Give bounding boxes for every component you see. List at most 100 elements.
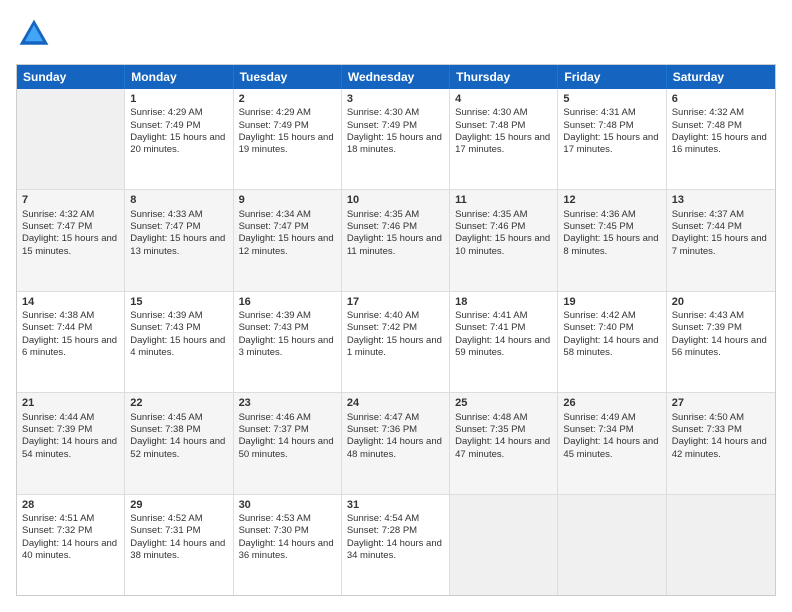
calendar-header: SundayMondayTuesdayWednesdayThursdayFrid… xyxy=(17,65,775,89)
daylight-text: Daylight: 15 hours and 20 minutes. xyxy=(130,132,227,157)
sunset-text: Sunset: 7:44 PM xyxy=(22,322,119,334)
day-cell-2: 2Sunrise: 4:29 AMSunset: 7:49 PMDaylight… xyxy=(234,89,342,189)
sunset-text: Sunset: 7:37 PM xyxy=(239,424,336,436)
sunset-text: Sunset: 7:43 PM xyxy=(130,322,227,334)
sunset-text: Sunset: 7:38 PM xyxy=(130,424,227,436)
day-cell-27: 27Sunrise: 4:50 AMSunset: 7:33 PMDayligh… xyxy=(667,393,775,493)
day-cell-16: 16Sunrise: 4:39 AMSunset: 7:43 PMDayligh… xyxy=(234,292,342,392)
page: SundayMondayTuesdayWednesdayThursdayFrid… xyxy=(0,0,792,612)
sunset-text: Sunset: 7:31 PM xyxy=(130,525,227,537)
sunset-text: Sunset: 7:43 PM xyxy=(239,322,336,334)
daylight-text: Daylight: 14 hours and 59 minutes. xyxy=(455,335,552,360)
sunrise-text: Sunrise: 4:43 AM xyxy=(672,310,770,322)
day-cell-19: 19Sunrise: 4:42 AMSunset: 7:40 PMDayligh… xyxy=(558,292,666,392)
daylight-text: Daylight: 15 hours and 4 minutes. xyxy=(130,335,227,360)
day-number: 13 xyxy=(672,193,770,207)
day-cell-17: 17Sunrise: 4:40 AMSunset: 7:42 PMDayligh… xyxy=(342,292,450,392)
sunrise-text: Sunrise: 4:41 AM xyxy=(455,310,552,322)
day-number: 2 xyxy=(239,92,336,106)
daylight-text: Daylight: 15 hours and 15 minutes. xyxy=(22,233,119,258)
sunrise-text: Sunrise: 4:53 AM xyxy=(239,513,336,525)
sunset-text: Sunset: 7:34 PM xyxy=(563,424,660,436)
calendar-week-4: 21Sunrise: 4:44 AMSunset: 7:39 PMDayligh… xyxy=(17,393,775,494)
day-number: 3 xyxy=(347,92,444,106)
sunset-text: Sunset: 7:36 PM xyxy=(347,424,444,436)
sunrise-text: Sunrise: 4:30 AM xyxy=(347,107,444,119)
day-number: 20 xyxy=(672,295,770,309)
day-number: 28 xyxy=(22,498,119,512)
sunrise-text: Sunrise: 4:29 AM xyxy=(130,107,227,119)
sunset-text: Sunset: 7:45 PM xyxy=(563,221,660,233)
sunrise-text: Sunrise: 4:35 AM xyxy=(347,209,444,221)
sunset-text: Sunset: 7:39 PM xyxy=(672,322,770,334)
daylight-text: Daylight: 15 hours and 17 minutes. xyxy=(455,132,552,157)
day-cell-20: 20Sunrise: 4:43 AMSunset: 7:39 PMDayligh… xyxy=(667,292,775,392)
day-number: 25 xyxy=(455,396,552,410)
sunset-text: Sunset: 7:46 PM xyxy=(455,221,552,233)
sunrise-text: Sunrise: 4:47 AM xyxy=(347,412,444,424)
day-number: 19 xyxy=(563,295,660,309)
daylight-text: Daylight: 15 hours and 3 minutes. xyxy=(239,335,336,360)
day-cell-1: 1Sunrise: 4:29 AMSunset: 7:49 PMDaylight… xyxy=(125,89,233,189)
day-number: 9 xyxy=(239,193,336,207)
sunrise-text: Sunrise: 4:39 AM xyxy=(130,310,227,322)
logo xyxy=(16,16,56,52)
daylight-text: Daylight: 14 hours and 40 minutes. xyxy=(22,538,119,563)
sunrise-text: Sunrise: 4:48 AM xyxy=(455,412,552,424)
day-number: 26 xyxy=(563,396,660,410)
sunrise-text: Sunrise: 4:34 AM xyxy=(239,209,336,221)
daylight-text: Daylight: 14 hours and 34 minutes. xyxy=(347,538,444,563)
sunset-text: Sunset: 7:35 PM xyxy=(455,424,552,436)
sunrise-text: Sunrise: 4:38 AM xyxy=(22,310,119,322)
header-day-monday: Monday xyxy=(125,65,233,89)
day-cell-30: 30Sunrise: 4:53 AMSunset: 7:30 PMDayligh… xyxy=(234,495,342,595)
logo-icon xyxy=(16,16,52,52)
day-number: 30 xyxy=(239,498,336,512)
daylight-text: Daylight: 15 hours and 1 minute. xyxy=(347,335,444,360)
day-cell-12: 12Sunrise: 4:36 AMSunset: 7:45 PMDayligh… xyxy=(558,190,666,290)
daylight-text: Daylight: 15 hours and 17 minutes. xyxy=(563,132,660,157)
daylight-text: Daylight: 14 hours and 58 minutes. xyxy=(563,335,660,360)
day-cell-9: 9Sunrise: 4:34 AMSunset: 7:47 PMDaylight… xyxy=(234,190,342,290)
day-cell-29: 29Sunrise: 4:52 AMSunset: 7:31 PMDayligh… xyxy=(125,495,233,595)
sunrise-text: Sunrise: 4:45 AM xyxy=(130,412,227,424)
day-cell-15: 15Sunrise: 4:39 AMSunset: 7:43 PMDayligh… xyxy=(125,292,233,392)
sunset-text: Sunset: 7:49 PM xyxy=(130,120,227,132)
day-cell-18: 18Sunrise: 4:41 AMSunset: 7:41 PMDayligh… xyxy=(450,292,558,392)
daylight-text: Daylight: 15 hours and 10 minutes. xyxy=(455,233,552,258)
day-number: 17 xyxy=(347,295,444,309)
calendar-week-5: 28Sunrise: 4:51 AMSunset: 7:32 PMDayligh… xyxy=(17,495,775,595)
day-cell-7: 7Sunrise: 4:32 AMSunset: 7:47 PMDaylight… xyxy=(17,190,125,290)
daylight-text: Daylight: 14 hours and 47 minutes. xyxy=(455,436,552,461)
calendar-body: 1Sunrise: 4:29 AMSunset: 7:49 PMDaylight… xyxy=(17,89,775,595)
sunrise-text: Sunrise: 4:54 AM xyxy=(347,513,444,525)
sunset-text: Sunset: 7:30 PM xyxy=(239,525,336,537)
day-cell-25: 25 Sunrise: 4:48 AMSunset: 7:35 PMDayligh… xyxy=(450,393,558,493)
sunset-text: Sunset: 7:48 PM xyxy=(455,120,552,132)
header-day-saturday: Saturday xyxy=(667,65,775,89)
sunset-text: Sunset: 7:48 PM xyxy=(563,120,660,132)
sunrise-text: Sunrise: 4:32 AM xyxy=(672,107,770,119)
sunrise-text: Sunrise: 4:49 AM xyxy=(563,412,660,424)
sunrise-text: Sunrise: 4:31 AM xyxy=(563,107,660,119)
day-cell-21: 21Sunrise: 4:44 AMSunset: 7:39 PMDayligh… xyxy=(17,393,125,493)
day-number: 11 xyxy=(455,193,552,207)
day-number: 6 xyxy=(672,92,770,106)
day-cell-22: 22Sunrise: 4:45 AMSunset: 7:38 PMDayligh… xyxy=(125,393,233,493)
daylight-text: Daylight: 15 hours and 19 minutes. xyxy=(239,132,336,157)
sunset-text: Sunset: 7:49 PM xyxy=(347,120,444,132)
daylight-text: Daylight: 14 hours and 52 minutes. xyxy=(130,436,227,461)
day-number: 7 xyxy=(22,193,119,207)
empty-cell xyxy=(667,495,775,595)
sunrise-text: Sunrise: 4:30 AM xyxy=(455,107,552,119)
header xyxy=(16,16,776,52)
sunset-text: Sunset: 7:47 PM xyxy=(130,221,227,233)
sunrise-text: Sunrise: 4:50 AM xyxy=(672,412,770,424)
daylight-text: Daylight: 14 hours and 36 minutes. xyxy=(239,538,336,563)
sunrise-text: Sunrise: 4:51 AM xyxy=(22,513,119,525)
calendar-week-2: 7Sunrise: 4:32 AMSunset: 7:47 PMDaylight… xyxy=(17,190,775,291)
day-cell-14: 14Sunrise: 4:38 AMSunset: 7:44 PMDayligh… xyxy=(17,292,125,392)
empty-cell xyxy=(17,89,125,189)
day-number: 16 xyxy=(239,295,336,309)
daylight-text: Daylight: 15 hours and 16 minutes. xyxy=(672,132,770,157)
